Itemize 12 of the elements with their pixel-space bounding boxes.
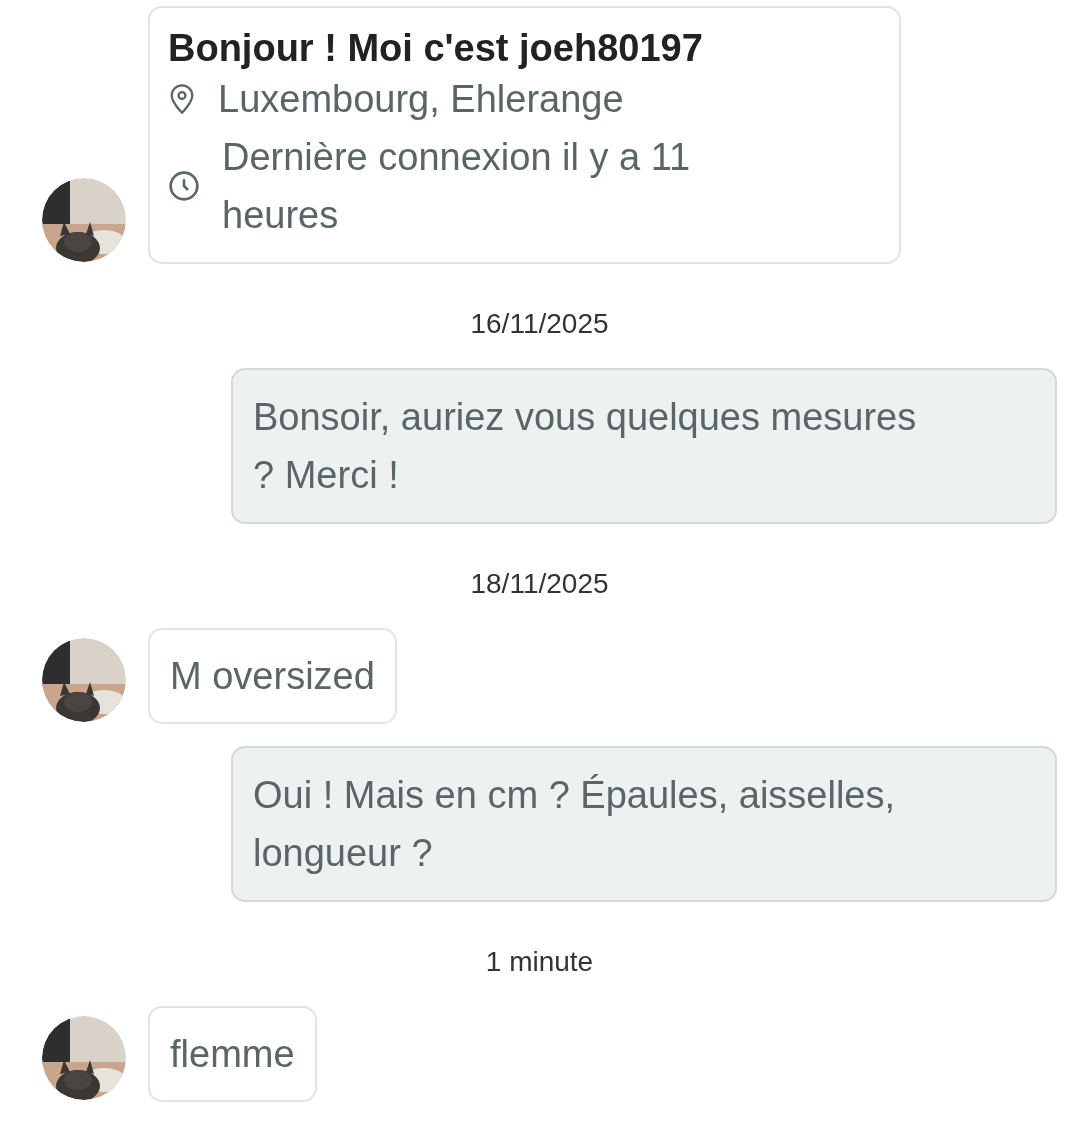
clock-icon — [168, 170, 200, 202]
date-separator: 18/11/2025 — [470, 568, 610, 600]
received-message: M oversized — [148, 628, 397, 724]
sent-message: Bonsoir, auriez vous quelques mesures ? Merci ! — [231, 368, 1057, 524]
last-seen-text: Dernière connexion il y a 11 heures — [222, 135, 692, 238]
profile-greeting: Bonjour ! Moi c'est joeh80197 — [168, 26, 704, 70]
date-separator: 16/11/2025 — [470, 308, 610, 340]
received-message: flemme — [148, 1006, 317, 1102]
location-pin-icon — [168, 83, 196, 115]
date-separator: 1 minute — [485, 946, 595, 978]
sent-message: Oui ! Mais en cm ? Épaules, aisselles, longueur ? — [231, 746, 1057, 902]
location-text: Luxembourg, Ehlerange — [218, 77, 625, 122]
